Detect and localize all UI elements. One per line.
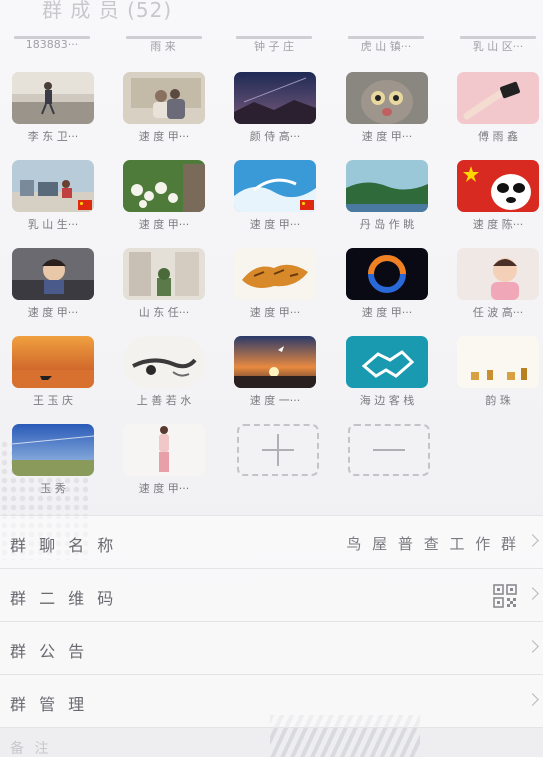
minus-icon bbox=[373, 449, 405, 451]
member-avatar[interactable] bbox=[123, 248, 205, 300]
top-row-names: 183883··· 雨 来 钟 子 庄 虎 山 镇··· 乳 山 区··· bbox=[0, 36, 543, 56]
member-item[interactable]: 韵 珠 bbox=[448, 336, 543, 426]
group-name-row[interactable]: 群 聊 名 称 鸟 屋 普 查 工 作 群 bbox=[0, 515, 543, 568]
member-name: 韵 珠 bbox=[485, 394, 511, 407]
group-info-page: 群 成 员 (52) 183883··· 雨 来 钟 子 庄 虎 山 镇··· … bbox=[0, 0, 543, 757]
member-name[interactable]: 雨 来 bbox=[113, 38, 213, 54]
member-avatar[interactable] bbox=[457, 160, 539, 212]
member-avatar[interactable] bbox=[457, 336, 539, 388]
member-item[interactable]: 速 度 一··· bbox=[225, 336, 325, 426]
member-name: 速 度 甲··· bbox=[138, 130, 190, 143]
group-notice-label: 群 公 告 bbox=[10, 642, 89, 661]
member-item[interactable]: 速 度 甲··· bbox=[225, 160, 325, 250]
member-item[interactable]: 任 波 高··· bbox=[448, 248, 543, 338]
member-name: 速 度 甲··· bbox=[249, 218, 301, 231]
member-item[interactable]: 乳 山 生··· bbox=[3, 160, 103, 250]
chevron-right-icon bbox=[526, 587, 539, 600]
member-name: 丹 岛 作 眺 bbox=[359, 218, 415, 231]
group-qr-label: 群 二 维 码 bbox=[10, 589, 118, 608]
member-item[interactable]: 速 度 甲··· bbox=[225, 248, 325, 338]
member-item[interactable]: 海 边 客 栈 bbox=[337, 336, 437, 426]
chevron-right-icon bbox=[526, 534, 539, 547]
member-item[interactable]: 速 度 甲··· bbox=[114, 72, 214, 162]
member-avatar[interactable] bbox=[457, 248, 539, 300]
member-item[interactable]: 丹 岛 作 眺 bbox=[337, 160, 437, 250]
member-avatar[interactable] bbox=[234, 248, 316, 300]
group-settings-list: 群 聊 名 称 鸟 屋 普 查 工 作 群 群 二 维 码 群 公 告 群 管 … bbox=[0, 515, 543, 728]
member-avatar[interactable] bbox=[12, 424, 94, 476]
member-item[interactable]: 颜 侍 高··· bbox=[225, 72, 325, 162]
member-name: 速 度 甲··· bbox=[361, 130, 413, 143]
member-avatar[interactable] bbox=[234, 160, 316, 212]
member-avatar[interactable] bbox=[123, 160, 205, 212]
member-name: 速 度 甲··· bbox=[138, 218, 190, 231]
group-manage-label: 群 管 理 bbox=[10, 695, 89, 714]
member-avatar[interactable] bbox=[346, 160, 428, 212]
member-avatar[interactable] bbox=[234, 72, 316, 124]
member-avatar[interactable] bbox=[12, 72, 94, 124]
member-item[interactable]: 速 度 甲··· bbox=[114, 160, 214, 250]
member-item[interactable]: 王 玉 庆 bbox=[3, 336, 103, 426]
member-name[interactable]: 钟 子 庄 bbox=[224, 38, 324, 54]
member-avatar[interactable] bbox=[12, 336, 94, 388]
member-avatar[interactable] bbox=[123, 424, 205, 476]
member-name: 王 玉 庆 bbox=[33, 394, 73, 407]
member-name: 颜 侍 高··· bbox=[249, 130, 301, 143]
china-flag-icon bbox=[300, 200, 314, 210]
member-item[interactable]: 玉 秀 bbox=[3, 424, 103, 514]
add-member-button[interactable] bbox=[237, 424, 319, 476]
member-name: 上 善 若 水 bbox=[136, 394, 192, 407]
member-name: 李 东 卫··· bbox=[27, 130, 79, 143]
member-avatar[interactable] bbox=[123, 72, 205, 124]
member-avatar[interactable] bbox=[123, 336, 205, 388]
member-avatar[interactable] bbox=[346, 72, 428, 124]
member-name: 速 度 甲··· bbox=[138, 482, 190, 495]
member-name[interactable]: 183883··· bbox=[2, 38, 102, 51]
member-item[interactable]: 李 东 卫··· bbox=[3, 72, 103, 162]
member-item[interactable]: 速 度 甲··· bbox=[337, 248, 437, 338]
member-name: 速 度 甲··· bbox=[361, 306, 413, 319]
member-avatar[interactable] bbox=[346, 336, 428, 388]
member-avatar[interactable] bbox=[457, 72, 539, 124]
member-avatar[interactable] bbox=[346, 248, 428, 300]
group-notice-row[interactable]: 群 公 告 bbox=[0, 621, 543, 674]
group-manage-row[interactable]: 群 管 理 bbox=[0, 674, 543, 728]
chevron-right-icon bbox=[526, 640, 539, 653]
group-name-label: 群 聊 名 称 bbox=[10, 536, 118, 555]
member-item[interactable]: 速 度 陈··· bbox=[448, 160, 543, 250]
member-item[interactable]: 速 度 甲··· bbox=[337, 72, 437, 162]
group-name-value: 鸟 屋 普 查 工 作 群 bbox=[346, 535, 519, 553]
member-name: 山 东 任··· bbox=[138, 306, 190, 319]
member-name: 速 度 甲··· bbox=[249, 306, 301, 319]
chevron-right-icon bbox=[526, 693, 539, 706]
member-item[interactable]: 上 善 若 水 bbox=[114, 336, 214, 426]
member-item[interactable]: 傅 雨 鑫 bbox=[448, 72, 543, 162]
member-name: 玉 秀 bbox=[40, 482, 66, 495]
member-name: 海 边 客 栈 bbox=[359, 394, 415, 407]
member-name[interactable]: 乳 山 区··· bbox=[448, 38, 543, 54]
group-member-count-title: 群 成 员 (52) bbox=[42, 0, 173, 22]
member-name: 速 度 一··· bbox=[249, 394, 301, 407]
member-item[interactable]: 山 东 任··· bbox=[114, 248, 214, 338]
member-name[interactable]: 虎 山 镇··· bbox=[336, 38, 436, 54]
plus-icon-vertical bbox=[277, 434, 279, 466]
qr-code-icon bbox=[493, 584, 517, 608]
remove-member-button[interactable] bbox=[348, 424, 430, 476]
china-flag-icon bbox=[78, 200, 92, 210]
member-name: 傅 雨 鑫 bbox=[478, 130, 518, 143]
remark-label[interactable]: 备 注 bbox=[10, 738, 51, 757]
member-name: 任 波 高··· bbox=[472, 306, 524, 319]
member-name: 速 度 甲··· bbox=[27, 306, 79, 319]
member-avatar[interactable] bbox=[234, 336, 316, 388]
member-avatar[interactable] bbox=[12, 160, 94, 212]
member-name: 速 度 陈··· bbox=[472, 218, 524, 231]
member-item[interactable]: 速 度 甲··· bbox=[3, 248, 103, 338]
member-avatar[interactable] bbox=[12, 248, 94, 300]
group-qr-row[interactable]: 群 二 维 码 bbox=[0, 568, 543, 621]
member-name: 乳 山 生··· bbox=[27, 218, 79, 231]
member-item[interactable]: 速 度 甲··· bbox=[114, 424, 214, 514]
